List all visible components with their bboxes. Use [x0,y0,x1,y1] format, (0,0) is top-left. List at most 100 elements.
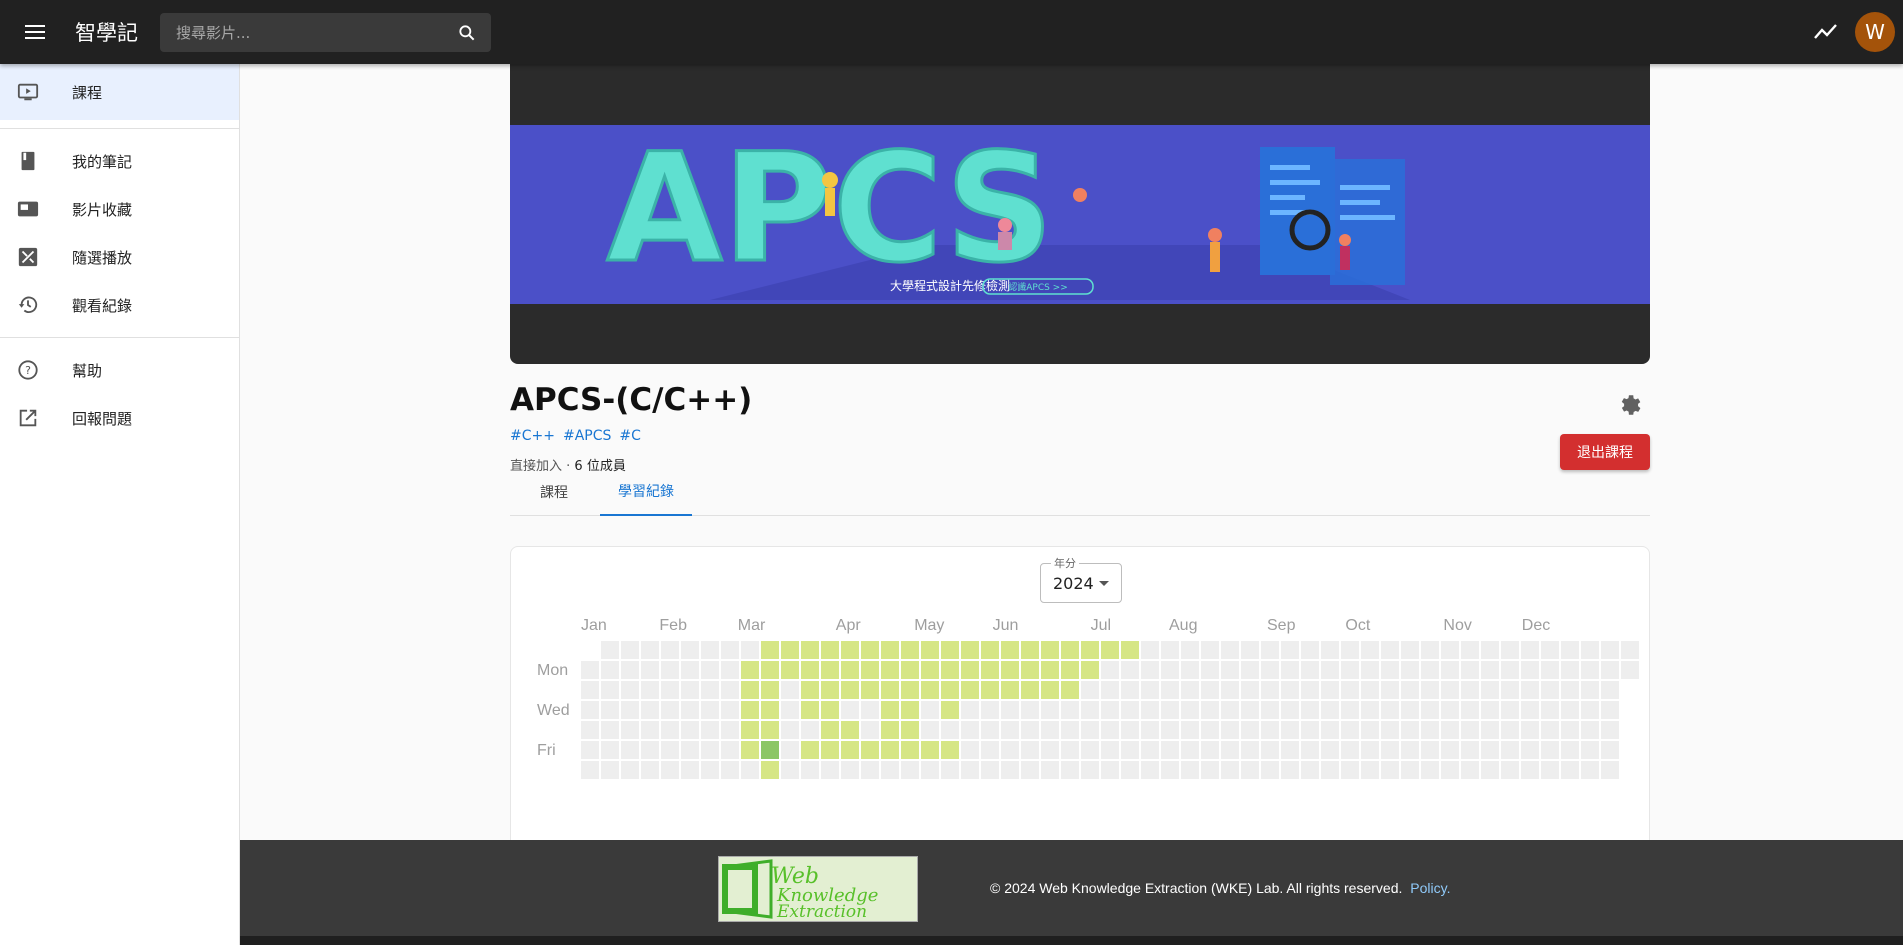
heatmap-cell[interactable] [1181,701,1199,719]
heatmap-cell[interactable] [1561,681,1579,699]
heatmap-cell[interactable] [1301,681,1319,699]
heatmap-cell[interactable] [1241,681,1259,699]
heatmap-cell[interactable] [761,761,779,779]
heatmap-cell[interactable] [781,761,799,779]
heatmap-cell[interactable] [941,761,959,779]
heatmap-cell[interactable] [1481,681,1499,699]
heatmap-cell[interactable] [1061,701,1079,719]
heatmap-cell[interactable] [781,741,799,759]
heatmap-cell[interactable] [1501,721,1519,739]
heatmap-cell[interactable] [621,641,639,659]
heatmap-cell[interactable] [881,661,899,679]
heatmap-cell[interactable] [1581,661,1599,679]
search-icon[interactable] [457,23,477,43]
heatmap-cell[interactable] [1301,741,1319,759]
heatmap-cell[interactable] [621,721,639,739]
heatmap-cell[interactable] [701,681,719,699]
heatmap-cell[interactable] [641,641,659,659]
heatmap-cell[interactable] [601,661,619,679]
heatmap-cell[interactable] [801,761,819,779]
heatmap-cell[interactable] [741,721,759,739]
heatmap-cell[interactable] [1281,701,1299,719]
heatmap-cell[interactable] [741,761,759,779]
heatmap-cell[interactable] [1101,721,1119,739]
heatmap-cell[interactable] [1541,741,1559,759]
heatmap-cell[interactable] [721,701,739,719]
heatmap-cell[interactable] [981,661,999,679]
heatmap-cell[interactable] [1341,641,1359,659]
heatmap-cell[interactable] [1121,661,1139,679]
heatmap-cell[interactable] [1401,701,1419,719]
heatmap-cell[interactable] [941,661,959,679]
heatmap-cell[interactable] [1001,761,1019,779]
heatmap-cell[interactable] [941,721,959,739]
heatmap-cell[interactable] [1581,741,1599,759]
heatmap-cell[interactable] [1441,681,1459,699]
heatmap-cell[interactable] [701,701,719,719]
heatmap-cell[interactable] [961,741,979,759]
heatmap-cell[interactable] [1301,641,1319,659]
heatmap-cell[interactable] [1181,741,1199,759]
heatmap-cell[interactable] [1221,661,1239,679]
heatmap-cell[interactable] [661,701,679,719]
heatmap-cell[interactable] [1401,741,1419,759]
sidebar-item-collection[interactable]: 影片收藏 [0,185,239,233]
heatmap-cell[interactable] [1261,701,1279,719]
heatmap-cell[interactable] [921,741,939,759]
heatmap-cell[interactable] [1341,721,1359,739]
heatmap-cell[interactable] [841,701,859,719]
menu-icon[interactable] [17,14,53,50]
heatmap-cell[interactable] [921,641,939,659]
heatmap-cell[interactable] [1121,741,1139,759]
heatmap-cell[interactable] [1141,641,1159,659]
heatmap-cell[interactable] [741,661,759,679]
heatmap-cell[interactable] [821,641,839,659]
heatmap-cell[interactable] [861,681,879,699]
heatmap-cell[interactable] [1541,641,1559,659]
heatmap-cell[interactable] [1181,761,1199,779]
heatmap-cell[interactable] [1321,761,1339,779]
heatmap-cell[interactable] [1541,661,1559,679]
heatmap-cell[interactable] [1061,721,1079,739]
heatmap-cell[interactable] [1081,641,1099,659]
heatmap-cell[interactable] [1421,641,1439,659]
heatmap-cell[interactable] [681,721,699,739]
heatmap-cell[interactable] [1541,721,1559,739]
heatmap-cell[interactable] [1101,661,1119,679]
heatmap-cell[interactable] [901,761,919,779]
heatmap-cell[interactable] [601,761,619,779]
heatmap-cell[interactable] [1221,741,1239,759]
heatmap-cell[interactable] [1041,681,1059,699]
heatmap-cell[interactable] [661,741,679,759]
tag-link[interactable]: #C++ [510,428,555,444]
heatmap-cell[interactable] [1561,721,1579,739]
heatmap-cell[interactable] [1361,701,1379,719]
heatmap-cell[interactable] [1621,661,1639,679]
heatmap-cell[interactable] [1461,661,1479,679]
heatmap-cell[interactable] [941,641,959,659]
heatmap-cell[interactable] [1001,641,1019,659]
heatmap-cell[interactable] [721,741,739,759]
heatmap-cell[interactable] [1341,661,1359,679]
heatmap-cell[interactable] [881,681,899,699]
heatmap-cell[interactable] [821,761,839,779]
heatmap-cell[interactable] [1321,741,1339,759]
heatmap-cell[interactable] [1461,701,1479,719]
heatmap-cell[interactable] [1221,701,1239,719]
heatmap-cell[interactable] [1041,761,1059,779]
heatmap-cell[interactable] [1421,741,1439,759]
heatmap-cell[interactable] [1381,721,1399,739]
leave-course-button[interactable]: 退出課程 [1560,434,1650,470]
heatmap-cell[interactable] [621,661,639,679]
heatmap-cell[interactable] [1321,661,1339,679]
heatmap-cell[interactable] [1121,681,1139,699]
heatmap-cell[interactable] [1241,721,1259,739]
heatmap-cell[interactable] [1461,761,1479,779]
heatmap-cell[interactable] [1001,661,1019,679]
heatmap-cell[interactable] [1521,741,1539,759]
heatmap-cell[interactable] [981,701,999,719]
heatmap-cell[interactable] [901,741,919,759]
heatmap-cell[interactable] [861,761,879,779]
heatmap-cell[interactable] [861,741,879,759]
heatmap-cell[interactable] [1121,701,1139,719]
